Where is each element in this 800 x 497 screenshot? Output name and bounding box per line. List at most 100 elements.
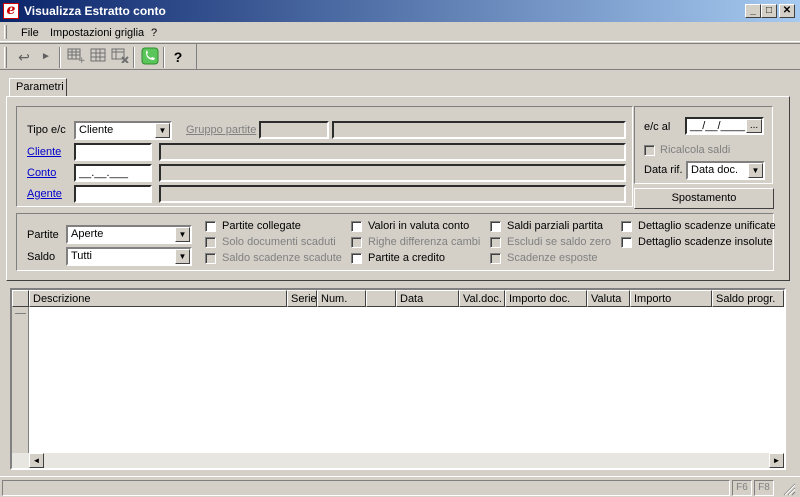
- chevron-down-icon[interactable]: ▼: [748, 163, 763, 178]
- status-panel-main: [2, 480, 730, 496]
- saldi-parziali-partita-label: Saldi parziali partita: [507, 220, 603, 232]
- menu-bar: File Impostazioni griglia ?: [0, 22, 800, 42]
- scroll-left-icon[interactable]: ◄: [29, 453, 44, 468]
- chevron-down-icon[interactable]: ▼: [175, 227, 190, 242]
- tipo-ec-select[interactable]: Cliente ▼: [74, 121, 172, 140]
- status-bar: F6 F8: [0, 476, 800, 497]
- grid-corner: [12, 290, 29, 307]
- column-header-num[interactable]: Num.: [317, 290, 366, 307]
- grid-add-icon[interactable]: +: [66, 47, 86, 67]
- gruppo-partite-link[interactable]: Gruppo partite: [186, 124, 256, 136]
- partite-a-credito-checkbox[interactable]: [351, 253, 362, 264]
- play-arrow-icon[interactable]: ►: [36, 47, 56, 67]
- righe-differenza-cambi-checkbox: [351, 237, 362, 248]
- column-header-valuta[interactable]: Valuta: [587, 290, 630, 307]
- toolbar-separator: [59, 47, 61, 68]
- data-rif-value: Data doc.: [691, 164, 739, 176]
- toolbar-grip: [4, 47, 7, 68]
- valori-valuta-conto-checkbox[interactable]: [351, 221, 362, 232]
- partite-collegate-checkbox[interactable]: [205, 221, 216, 232]
- agente-desc-field: [159, 185, 626, 203]
- menu-help[interactable]: ?: [151, 27, 157, 39]
- toolbar-separator: [133, 47, 135, 68]
- scroll-right-icon[interactable]: ►: [769, 453, 784, 468]
- chevron-down-icon[interactable]: ▼: [155, 123, 170, 138]
- dettaglio-scadenze-unificate-checkbox[interactable]: [621, 221, 632, 232]
- tipo-ec-value: Cliente: [79, 124, 114, 136]
- resize-grip-icon[interactable]: [781, 481, 796, 496]
- row-header-column: [12, 307, 29, 453]
- column-header-data[interactable]: Data: [396, 290, 459, 307]
- help-icon[interactable]: ?: [168, 47, 188, 67]
- saldi-parziali-partita-checkbox[interactable]: [490, 221, 501, 232]
- date-group: e/c al __/__/____ ... Ricalcola saldi Da…: [634, 106, 773, 184]
- menu-file[interactable]: File: [21, 27, 39, 39]
- toolbar-end: [196, 44, 197, 70]
- escludi-saldo-zero-label: Escludi se saldo zero: [507, 236, 611, 248]
- agente-link[interactable]: Agente: [27, 188, 62, 200]
- saldo-value: Tutti: [71, 250, 92, 262]
- partite-collegate-label: Partite collegate: [222, 220, 301, 232]
- grid-icon[interactable]: [88, 47, 108, 67]
- scadenze-esposte-label: Scadenze esposte: [507, 252, 598, 264]
- ricalcola-saldi-label: Ricalcola saldi: [660, 144, 731, 156]
- agente-field[interactable]: [74, 185, 152, 203]
- gruppo-partite-desc-field: [332, 121, 626, 139]
- parametri-panel: Tipo e/c Cliente ▼ Gruppo partite Client…: [6, 96, 790, 281]
- minimize-button[interactable]: _: [745, 4, 761, 18]
- title-bar[interactable]: e Visualizza Estratto conto _ □ ✕: [0, 0, 800, 22]
- column-header-importo-doc[interactable]: Importo doc.: [505, 290, 587, 307]
- column-header-saldo-progr[interactable]: Saldo progr.: [712, 290, 784, 307]
- close-button[interactable]: ✕: [779, 4, 795, 18]
- app-logo-icon: e: [3, 3, 19, 19]
- chevron-down-icon[interactable]: ▼: [175, 249, 190, 264]
- options-group: Partite Aperte ▼ Saldo Tutti ▼ Partite c…: [16, 213, 776, 271]
- data-rif-label: Data rif.: [644, 164, 683, 176]
- ec-al-label: e/c al: [644, 121, 671, 133]
- grid-remove-icon[interactable]: [110, 47, 130, 67]
- menu-impostazioni-griglia[interactable]: Impostazioni griglia: [50, 27, 144, 39]
- scadenze-esposte-checkbox: [490, 253, 501, 264]
- conto-link[interactable]: Conto: [27, 167, 56, 179]
- date-picker-button[interactable]: ...: [746, 119, 762, 133]
- row-indicator: [15, 313, 26, 314]
- horizontal-scrollbar[interactable]: ◄ ►: [12, 453, 784, 468]
- filters-group: Tipo e/c Cliente ▼ Gruppo partite Client…: [16, 106, 633, 207]
- window-title: Visualizza Estratto conto: [24, 4, 166, 18]
- saldo-select[interactable]: Tutti ▼: [66, 247, 192, 266]
- toolbar: ↩ ► + ?: [0, 43, 800, 70]
- svg-text:+: +: [78, 56, 85, 63]
- spostamento-button[interactable]: Spostamento: [634, 188, 774, 209]
- data-rif-select[interactable]: Data doc. ▼: [686, 161, 765, 180]
- valori-valuta-conto-label: Valori in valuta conto: [368, 220, 470, 232]
- undo-arrow-icon[interactable]: ↩: [14, 47, 34, 67]
- gruppo-partite-code-field[interactable]: [259, 121, 329, 139]
- status-key-f6: F6: [732, 480, 752, 496]
- column-header-val-doc[interactable]: Val.doc.: [459, 290, 505, 307]
- cliente-link[interactable]: Cliente: [27, 146, 61, 158]
- column-header-importo[interactable]: Importo: [630, 290, 712, 307]
- column-header-descrizione[interactable]: Descrizione: [29, 290, 287, 307]
- ec-al-date-value: __/__/____: [690, 120, 746, 132]
- maximize-button[interactable]: □: [761, 4, 777, 18]
- column-header-serie[interactable]: Serie: [287, 290, 317, 307]
- solo-documenti-scaduti-label: Solo documenti scaduti: [222, 236, 336, 248]
- column-header-blank[interactable]: [366, 290, 396, 307]
- escludi-saldo-zero-checkbox: [490, 237, 501, 248]
- dettaglio-scadenze-unificate-label: Dettaglio scadenze unificate: [638, 220, 776, 232]
- tab-parametri[interactable]: Parametri: [9, 78, 67, 97]
- conto-desc-field: [159, 164, 626, 182]
- solo-documenti-scaduti-checkbox: [205, 237, 216, 248]
- phone-icon[interactable]: [140, 47, 160, 67]
- partite-value: Aperte: [71, 228, 104, 240]
- menu-grip: [4, 25, 7, 39]
- dettaglio-scadenze-insolute-checkbox[interactable]: [621, 237, 632, 248]
- partite-select[interactable]: Aperte ▼: [66, 225, 192, 244]
- cliente-desc-field: [159, 143, 626, 161]
- saldo-scadenze-scadute-checkbox: [205, 253, 216, 264]
- cliente-field[interactable]: [74, 143, 152, 161]
- dettaglio-scadenze-insolute-label: Dettaglio scadenze insolute: [638, 236, 773, 248]
- estratto-conto-grid[interactable]: Descrizione Serie Num. Data Val.doc. Imp…: [10, 288, 786, 470]
- conto-field[interactable]: __.__.___: [74, 164, 152, 182]
- partite-a-credito-label: Partite a credito: [368, 252, 446, 264]
